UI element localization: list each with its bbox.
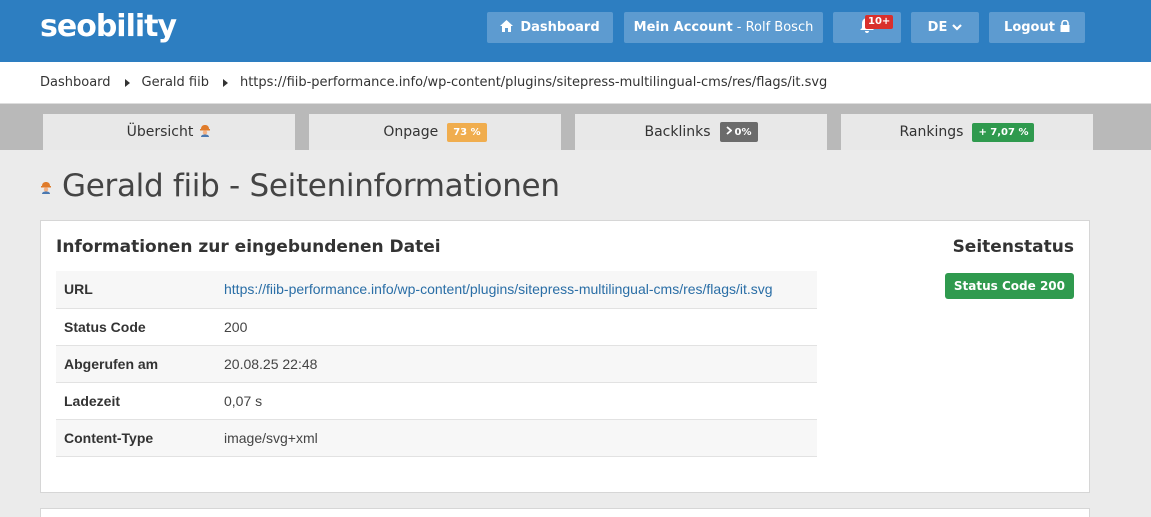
tab-strip: Übersicht Onpage 73 % Backlinks 0% Ranki… — [0, 104, 1151, 150]
dashboard-button[interactable]: Dashboard — [487, 12, 613, 43]
table-row: Status Code 200 — [56, 308, 817, 345]
row-label: Ladezeit — [64, 392, 121, 409]
tab-backlinks[interactable]: Backlinks 0% — [575, 114, 827, 150]
file-info-panel: Informationen zur eingebundenen Datei Se… — [40, 220, 1090, 493]
breadcrumb-caret-icon — [222, 78, 228, 87]
table-row: Abgerufen am 20.08.25 22:48 — [56, 345, 817, 382]
onpage-score-badge: 73 % — [447, 122, 487, 142]
tab-onpage-label: Onpage — [383, 124, 439, 140]
row-value: https://fiib-performance.info/wp-content… — [224, 271, 817, 308]
page-title: Gerald fiib - Seiteninformationen — [62, 168, 560, 204]
row-value: image/svg+xml — [224, 429, 318, 446]
tab-onpage[interactable]: Onpage 73 % — [309, 114, 561, 150]
chevron-down-icon — [952, 20, 963, 35]
row-value: 20.08.25 22:48 — [224, 355, 318, 372]
row-value: 0,07 s — [224, 392, 263, 409]
breadcrumb-dashboard[interactable]: Dashboard — [40, 75, 111, 90]
row-label: URL — [64, 281, 93, 298]
logout-button[interactable]: Logout — [989, 12, 1085, 43]
url-link[interactable]: https://fiib-performance.info/wp-content… — [224, 281, 773, 297]
status-code-badge: Status Code 200 — [944, 273, 1074, 299]
breadcrumb-caret-icon — [124, 78, 130, 87]
account-button-label: Mein Account — [633, 20, 733, 35]
tab-rankings-label: Rankings — [899, 124, 964, 140]
seobility-logo[interactable]: seobility — [40, 9, 177, 44]
table-row: Content-Type image/svg+xml — [56, 419, 817, 456]
logout-button-label: Logout — [1004, 20, 1055, 35]
table-row: Ladezeit 0,07 s — [56, 382, 817, 419]
dashboard-button-label: Dashboard — [520, 20, 600, 35]
row-label: Status Code — [64, 318, 146, 335]
page-status-heading: Seitenstatus — [952, 237, 1074, 257]
table-row: URL https://fiib-performance.info/wp-con… — [56, 271, 817, 308]
tab-overview-label: Übersicht — [126, 124, 194, 140]
backlinks-change-value: 0% — [734, 126, 752, 138]
home-icon — [500, 19, 514, 36]
tab-rankings[interactable]: Rankings + 7,07 % — [841, 114, 1093, 150]
row-value: 200 — [224, 318, 248, 335]
row-label: Abgerufen am — [64, 355, 159, 372]
account-user-name: - Rolf Bosch — [736, 20, 814, 35]
file-info-table: URL https://fiib-performance.info/wp-con… — [56, 271, 817, 457]
next-panel — [40, 508, 1090, 517]
notifications-badge: 10+ — [865, 15, 894, 29]
notifications-button[interactable]: 10+ — [833, 12, 901, 43]
breadcrumb-project[interactable]: Gerald fiib — [142, 75, 209, 90]
backlinks-change-badge: 0% — [719, 122, 758, 142]
account-button[interactable]: Mein Account - Rolf Bosch — [624, 12, 823, 43]
top-header: seobility Dashboard Mein Account - Rolf … — [0, 0, 1151, 62]
page-title-row: Gerald fiib - Seiteninformationen — [40, 168, 560, 204]
row-label: Content-Type — [64, 429, 154, 446]
rankings-change-badge: + 7,07 % — [972, 122, 1035, 142]
tab-overview[interactable]: Übersicht — [43, 114, 295, 150]
breadcrumb: Dashboard Gerald fiib https://fiib-perfo… — [0, 62, 1151, 104]
chevron-right-icon — [725, 126, 732, 138]
worker-icon — [40, 181, 58, 197]
language-select[interactable]: DE — [911, 12, 979, 43]
lock-icon — [1060, 19, 1070, 36]
breadcrumb-current-url: https://fiib-performance.info/wp-content… — [239, 75, 828, 90]
language-label: DE — [927, 20, 948, 35]
file-info-heading: Informationen zur eingebundenen Datei — [56, 237, 441, 257]
worker-icon — [199, 124, 211, 140]
tab-backlinks-label: Backlinks — [644, 124, 711, 140]
